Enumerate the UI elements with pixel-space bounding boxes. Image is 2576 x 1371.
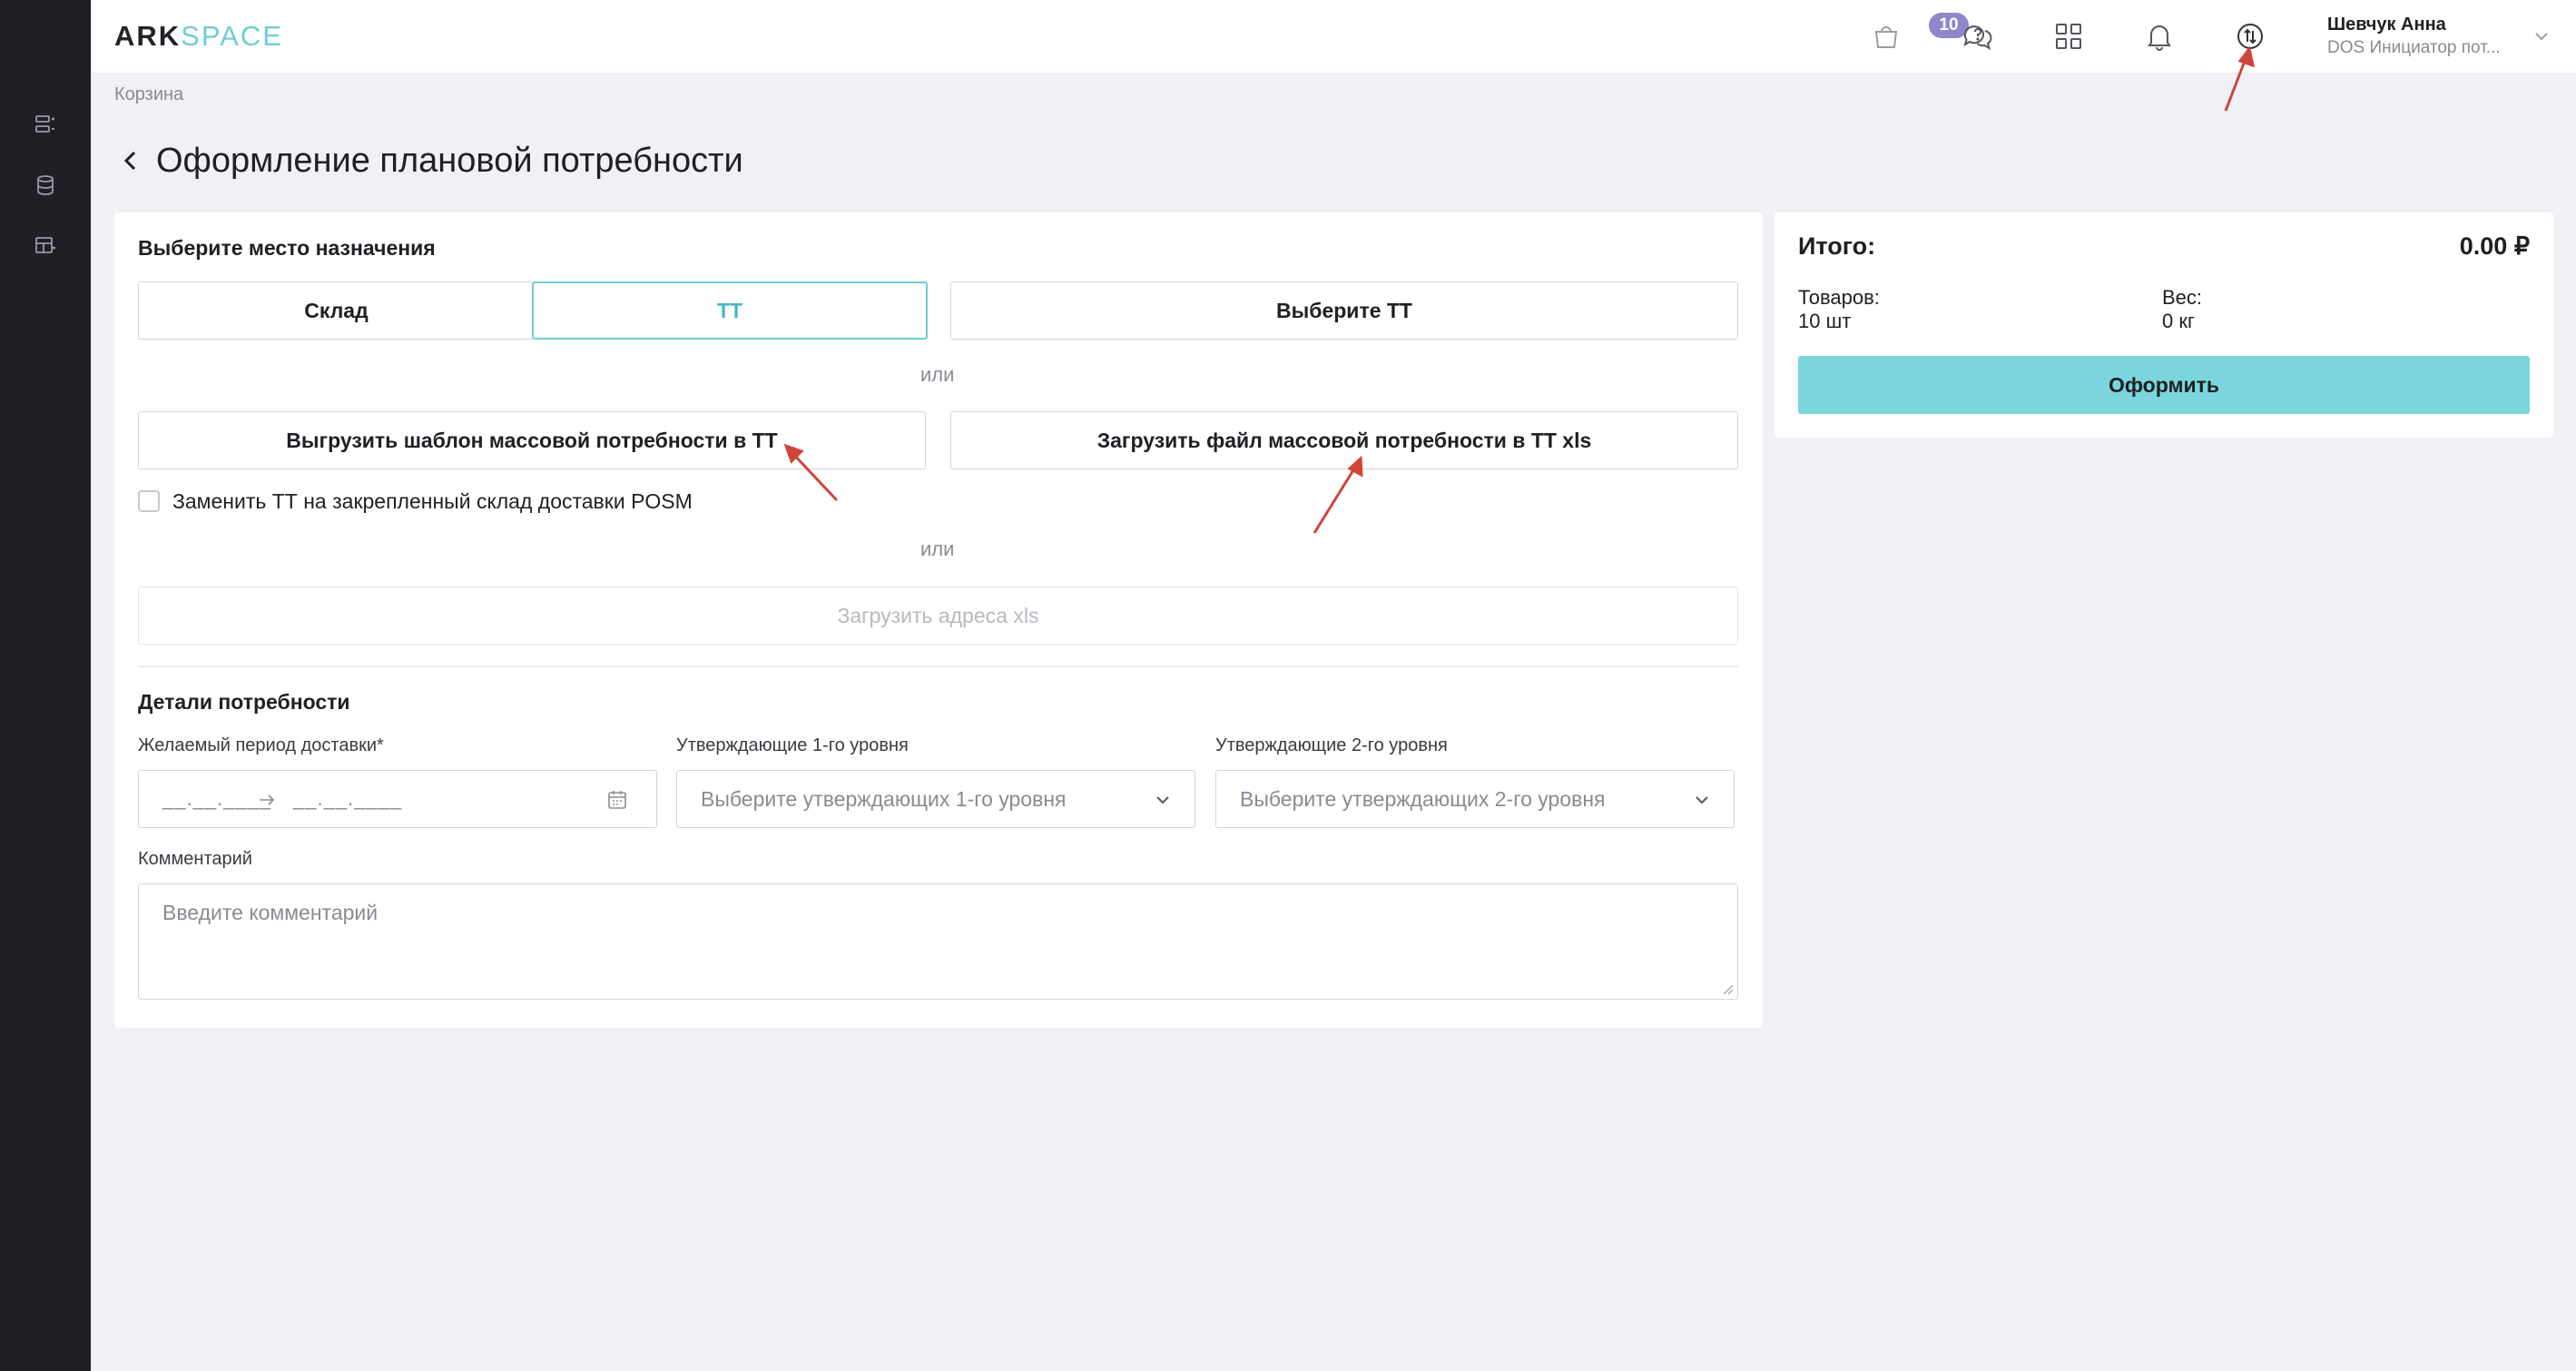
or-separator: или xyxy=(920,363,955,386)
cart-icon[interactable] xyxy=(1866,16,1906,56)
table-icon[interactable] xyxy=(34,234,57,258)
replace-tt-checkbox[interactable] xyxy=(138,490,160,512)
replace-tt-label[interactable]: Заменить ТТ на закрепленный склад достав… xyxy=(172,489,693,514)
approvers2-label: Утверждающие 2-го уровня xyxy=(1215,735,1448,755)
delivery-period-label: Желаемый период доставки* xyxy=(138,735,384,755)
summary-title: Итого: xyxy=(1798,232,1876,260)
chevron-down-icon[interactable] xyxy=(1151,788,1175,812)
details-label: Детали потребности xyxy=(138,690,350,714)
chevron-down-icon[interactable] xyxy=(1690,788,1714,812)
calendar-icon[interactable] xyxy=(605,788,629,812)
comment-label: Комментарий xyxy=(138,849,252,869)
user-role: DOS Инициатор пот... xyxy=(2327,38,2501,57)
date-to[interactable]: __.__.____ xyxy=(293,787,402,811)
order-form-card: Выберите место назначения Склад ТТ Выбер… xyxy=(114,212,1763,1028)
sync-icon[interactable] xyxy=(2230,16,2270,56)
items-count-label: Товаров: xyxy=(1798,286,1880,309)
list-icon[interactable] xyxy=(34,113,57,136)
comment-placeholder: Введите комментарий xyxy=(162,901,379,924)
chevron-down-icon[interactable] xyxy=(2531,25,2552,47)
upload-file-button[interactable]: Загрузить файл массовой потребности в ТТ… xyxy=(950,411,1738,469)
logo-text-space: SPACE xyxy=(181,20,283,52)
or-separator: или xyxy=(920,538,955,560)
upload-addresses-button[interactable]: Загрузить адреса xls xyxy=(138,587,1738,645)
approvers1-placeholder: Выберите утверждающих 1-го уровня xyxy=(701,787,1067,811)
arrow-right-icon xyxy=(260,794,275,805)
select-tt-button[interactable]: Выберите ТТ xyxy=(950,281,1738,340)
delivery-period-picker[interactable]: __.__.____ __.__.____ xyxy=(138,770,657,828)
tab-warehouse[interactable]: Склад xyxy=(138,281,534,340)
user-profile[interactable]: Шевчук Анна DOS Инициатор пот... xyxy=(2327,13,2509,60)
comment-textarea[interactable]: Введите комментарий xyxy=(138,883,1738,1000)
summary-card: Итого: 0.00 ₽ Товаров: 10 шт Вес: 0 кг О… xyxy=(1775,212,2553,438)
approvers2-select[interactable]: Выберите утверждающих 2-го уровня xyxy=(1215,770,1735,828)
app-logo[interactable]: ARKSPACE xyxy=(114,20,283,53)
resize-handle-icon[interactable] xyxy=(1721,982,1734,995)
section-divider xyxy=(138,666,1738,667)
summary-total: 0.00 ₽ xyxy=(2459,232,2530,260)
bell-icon[interactable] xyxy=(2139,16,2179,56)
weight-value: 0 кг xyxy=(2162,310,2195,332)
logo-text-ark: ARK xyxy=(114,20,182,52)
approvers2-placeholder: Выберите утверждающих 2-го уровня xyxy=(1240,787,1606,811)
destination-label: Выберите место назначения xyxy=(138,236,436,260)
approvers1-select[interactable]: Выберите утверждающих 1-го уровня xyxy=(676,770,1195,828)
support-chat-icon[interactable] xyxy=(1958,16,1998,56)
page-header: Оформление плановой потребности xyxy=(114,138,743,183)
export-template-button[interactable]: Выгрузить шаблон массовой потребности в … xyxy=(138,411,926,469)
submit-order-button[interactable]: Оформить xyxy=(1798,356,2530,414)
top-bar: ARKSPACE 10 Шевчук Анна DOS Инициатор по… xyxy=(91,0,2576,73)
sidebar xyxy=(0,0,91,1371)
items-count-value: 10 шт xyxy=(1798,310,1852,332)
breadcrumb[interactable]: Корзина xyxy=(114,84,183,105)
apps-grid-icon[interactable] xyxy=(2049,16,2089,56)
back-arrow-icon[interactable] xyxy=(114,144,147,177)
user-name: Шевчук Анна xyxy=(2327,15,2446,35)
approvers1-label: Утверждающие 1-го уровня xyxy=(676,735,909,755)
tab-tt[interactable]: ТТ xyxy=(532,281,928,340)
database-icon[interactable] xyxy=(34,173,57,197)
weight-label: Вес: xyxy=(2162,286,2203,309)
page-title: Оформление плановой потребности xyxy=(156,141,743,180)
